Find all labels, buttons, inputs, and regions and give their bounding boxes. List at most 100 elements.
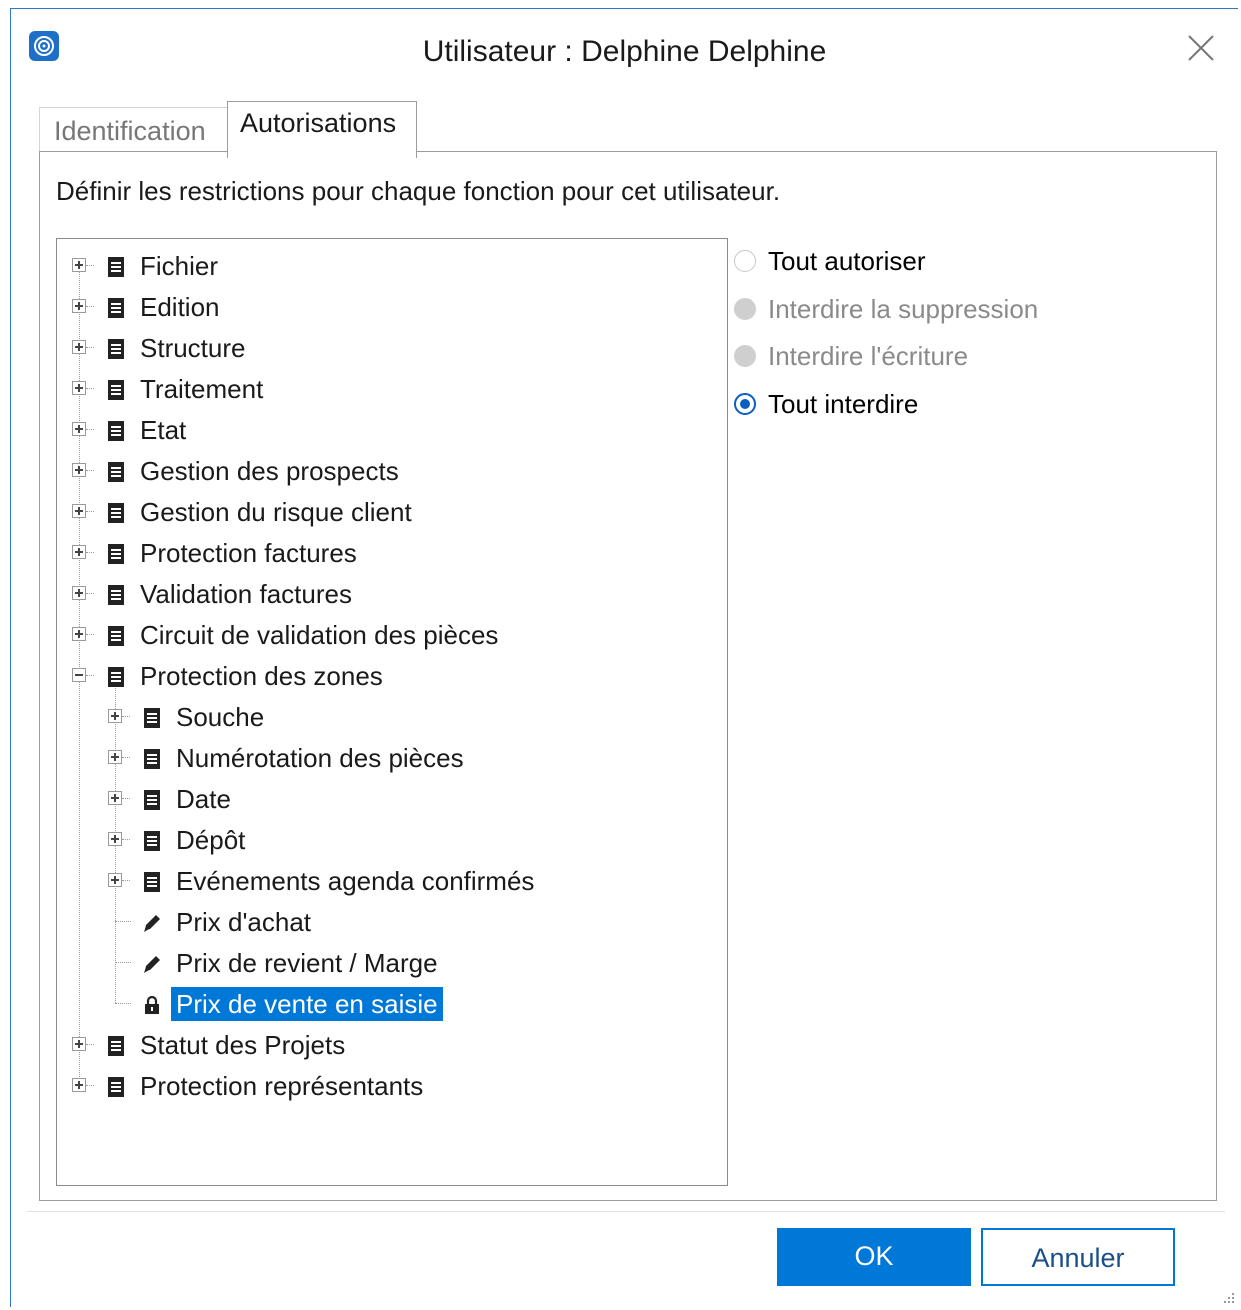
tree-item-label: Numérotation des pièces — [176, 743, 464, 773]
tree-item-label: Dépôt — [176, 825, 246, 855]
tree-connector — [122, 757, 130, 758]
tree-item[interactable]: Dépôt — [57, 819, 717, 860]
tree-item[interactable]: Protection des zones — [57, 655, 717, 696]
tree-item-label: Etat — [140, 415, 187, 445]
tree-item-label: Protection représentants — [140, 1071, 424, 1101]
tree-item[interactable]: Statut des Projets — [57, 1024, 717, 1065]
expand-icon[interactable] — [72, 463, 86, 477]
document-icon — [105, 623, 127, 646]
restriction-option-label: Interdire la suppression — [768, 293, 1039, 324]
tab-autorisations[interactable]: Autorisations — [227, 101, 417, 158]
expand-icon[interactable] — [72, 381, 86, 395]
tree-item[interactable]: Traitement — [57, 368, 717, 409]
restriction-option-label: Interdire l'écriture — [768, 341, 969, 371]
expand-icon[interactable] — [72, 422, 86, 436]
restriction-option-label: Tout autoriser — [768, 246, 926, 276]
expand-icon[interactable] — [108, 832, 122, 846]
tree-connector — [86, 306, 94, 307]
tree-item-label: Statut des Projets — [140, 1030, 346, 1060]
document-icon — [105, 459, 127, 482]
radio-icon — [734, 297, 756, 320]
expand-icon[interactable] — [72, 258, 86, 272]
tree-item[interactable]: Edition — [57, 286, 717, 327]
document-icon — [105, 1033, 127, 1056]
tree-item-label: Traitement — [140, 374, 264, 404]
document-icon — [105, 1074, 127, 1097]
functions-tree[interactable]: Fichier Edition Structure Traitement Etat Ges… — [56, 238, 728, 1186]
expand-icon[interactable] — [72, 627, 86, 641]
tree-item-label: Validation factures — [140, 579, 352, 609]
expand-icon[interactable] — [108, 750, 122, 764]
dialog-footer: OK Annuler — [27, 1211, 1225, 1304]
tree-item[interactable]: Gestion du risque client — [57, 491, 717, 532]
tree-item-label: Edition — [140, 292, 220, 322]
tree-item[interactable]: Validation factures — [57, 573, 717, 614]
document-icon — [141, 705, 163, 728]
tree-connector — [122, 880, 130, 881]
tree-item-label: Circuit de validation des pièces — [140, 620, 499, 650]
tree-connector — [86, 388, 94, 389]
restriction-option-label: Tout interdire — [768, 388, 919, 419]
expand-icon[interactable] — [108, 709, 122, 723]
expand-icon[interactable] — [108, 873, 122, 887]
expand-icon[interactable] — [72, 586, 86, 600]
document-icon — [141, 869, 163, 892]
tree-item-label: Gestion des prospects — [140, 456, 399, 486]
radio-icon — [734, 345, 756, 367]
tree-item[interactable]: Numérotation des pièces — [57, 737, 717, 778]
tab-identification[interactable]: Identification — [39, 107, 229, 155]
cancel-button[interactable]: Annuler — [981, 1228, 1175, 1286]
lock-icon — [141, 992, 163, 1014]
tree-item[interactable]: Prix de vente en saisie — [57, 983, 717, 1024]
tree-connector — [86, 1085, 94, 1086]
tree-item[interactable]: Etat — [57, 409, 717, 450]
document-icon — [105, 254, 127, 277]
expand-icon[interactable] — [72, 340, 86, 354]
resize-grip-icon[interactable] — [1218, 1287, 1236, 1305]
tree-item[interactable]: Protection factures — [57, 532, 717, 573]
document-icon — [105, 664, 127, 687]
radio-icon[interactable] — [734, 250, 756, 272]
expand-icon[interactable] — [72, 299, 86, 313]
tree-item[interactable]: Circuit de validation des pièces — [57, 614, 717, 655]
close-icon[interactable] — [1186, 33, 1216, 63]
document-icon — [141, 787, 163, 810]
expand-icon[interactable] — [72, 1037, 86, 1051]
tree-item[interactable]: Evénements agenda confirmés — [57, 860, 717, 901]
document-icon — [105, 500, 127, 523]
tree-item-label: Souche — [176, 702, 265, 732]
tree-item[interactable]: Fichier — [57, 245, 717, 286]
document-icon — [105, 377, 127, 400]
document-icon — [105, 541, 127, 564]
tree-item-label: Prix d'achat — [176, 907, 312, 937]
expand-icon[interactable] — [108, 791, 122, 805]
expand-icon[interactable] — [72, 504, 86, 518]
tree-item[interactable]: Prix de revient / Marge — [57, 942, 717, 983]
expand-icon[interactable] — [72, 1078, 86, 1092]
tree-connector — [86, 470, 94, 471]
ok-button[interactable]: OK — [777, 1228, 971, 1286]
window-title: Utilisateur : Delphine Delphine — [422, 35, 827, 68]
tree-item[interactable]: Structure — [57, 327, 717, 368]
tree-item-label: Protection factures — [140, 538, 357, 568]
title-bar: Utilisateur : Delphine Delphine — [11, 9, 1238, 97]
tree-connector — [86, 1044, 94, 1045]
tree-connector — [86, 634, 94, 635]
collapse-icon[interactable] — [72, 668, 86, 682]
tree-connector — [86, 593, 94, 594]
tree-item[interactable]: Date — [57, 778, 717, 819]
document-icon — [105, 295, 127, 318]
document-icon — [105, 418, 127, 441]
document-icon — [141, 746, 163, 769]
tree-item[interactable]: Gestion des prospects — [57, 450, 717, 491]
radio-checked-icon[interactable] — [734, 392, 756, 415]
tree-item-label: Prix de revient / Marge — [176, 948, 438, 978]
tree-item[interactable]: Souche — [57, 696, 717, 737]
tree-item-label: Protection des zones — [140, 661, 383, 691]
expand-icon[interactable] — [72, 545, 86, 559]
tree-item[interactable]: Prix d'achat — [57, 901, 717, 942]
instructions-text: Définir les restrictions pour chaque fon… — [56, 176, 781, 206]
tree-item[interactable]: Protection représentants — [57, 1065, 717, 1106]
tree-item-label: Fichier — [140, 251, 219, 281]
tree-connector — [122, 716, 130, 717]
